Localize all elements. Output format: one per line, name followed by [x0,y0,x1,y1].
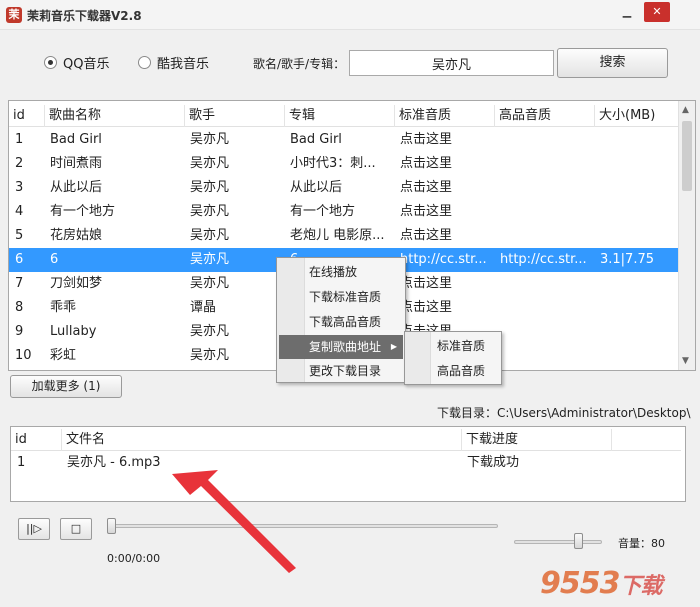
watermark-suffix: 下载 [619,574,663,599]
watermark-number: 9553 [540,566,620,601]
annotation-arrow [172,470,296,573]
watermark-logo: 9553下载 [540,566,663,601]
annotation-arrow-icon [172,470,296,573]
